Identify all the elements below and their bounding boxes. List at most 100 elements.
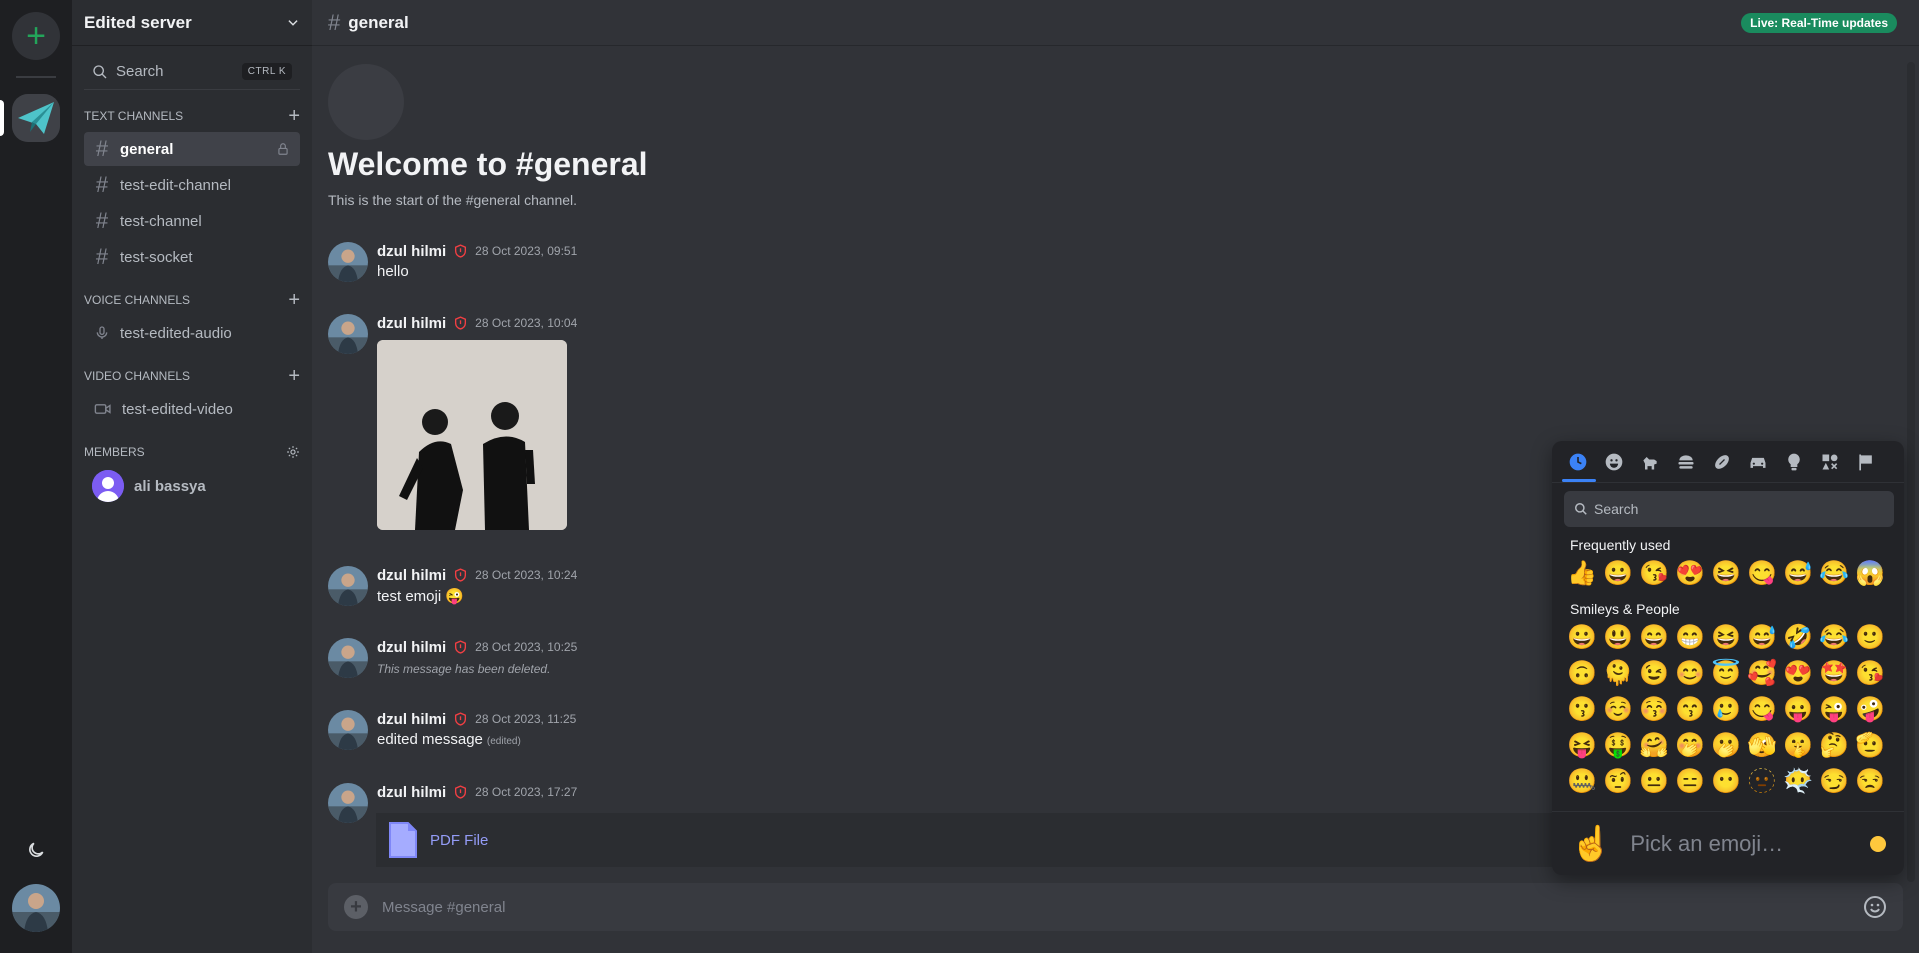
emoji[interactable]: 😂 — [1816, 555, 1852, 591]
server-icon[interactable] — [12, 94, 60, 142]
message-item[interactable]: dzul hilmi 28 Oct 2023, 11:25 edited mes… — [328, 710, 576, 750]
add-voice-channel-button[interactable]: + — [288, 290, 300, 310]
emoji[interactable]: 😆 — [1708, 555, 1744, 591]
emoji[interactable]: 🫣 — [1744, 727, 1780, 763]
channel-item-test-channel[interactable]: # test-channel — [84, 204, 300, 238]
tab-flags[interactable] — [1848, 441, 1884, 483]
emoji[interactable]: 😀 — [1600, 555, 1636, 591]
add-server-button[interactable]: + — [12, 12, 60, 60]
pdf-link[interactable]: PDF File — [430, 832, 488, 849]
message-author[interactable]: dzul hilmi — [377, 315, 446, 332]
tab-objects[interactable] — [1776, 441, 1812, 483]
message-avatar[interactable] — [328, 783, 368, 823]
member-item[interactable]: ali bassya — [84, 466, 300, 506]
user-avatar[interactable] — [12, 884, 60, 932]
tab-activities[interactable] — [1704, 441, 1740, 483]
message-item[interactable]: dzul hilmi 28 Oct 2023, 10:24 test emoji… — [328, 566, 577, 606]
emoji[interactable]: 😁 — [1672, 619, 1708, 655]
message-item[interactable]: dzul hilmi 28 Oct 2023, 10:04 — [328, 314, 577, 530]
emoji[interactable]: 😗 — [1564, 691, 1600, 727]
emoji[interactable]: 🤩 — [1816, 655, 1852, 691]
emoji[interactable]: 😍 — [1780, 655, 1816, 691]
emoji[interactable]: 😶 — [1708, 763, 1744, 799]
emoji[interactable]: 😛 — [1780, 691, 1816, 727]
emoji[interactable]: 😚 — [1636, 691, 1672, 727]
message-author[interactable]: dzul hilmi — [377, 567, 446, 584]
emoji[interactable]: 😊 — [1672, 655, 1708, 691]
emoji[interactable]: 😂 — [1816, 619, 1852, 655]
emoji[interactable]: 🤣 — [1780, 619, 1816, 655]
skin-tone-button[interactable] — [1870, 835, 1886, 852]
emoji[interactable]: 😍 — [1672, 555, 1708, 591]
emoji[interactable]: 😆 — [1708, 619, 1744, 655]
tab-symbols[interactable] — [1812, 441, 1848, 483]
sidebar-search[interactable]: Search CTRL K — [84, 58, 300, 90]
emoji[interactable]: 😶‍🌫️ — [1780, 763, 1816, 799]
emoji[interactable]: 🤐 — [1564, 763, 1600, 799]
tab-recent[interactable] — [1560, 441, 1596, 483]
tab-animals[interactable] — [1632, 441, 1668, 483]
tab-food[interactable] — [1668, 441, 1704, 483]
channel-item-test-edit-channel[interactable]: # test-edit-channel — [84, 168, 300, 202]
message-avatar[interactable] — [328, 314, 368, 354]
emoji[interactable]: 🫢 — [1708, 727, 1744, 763]
message-avatar[interactable] — [328, 710, 368, 750]
emoji[interactable]: 🫥 — [1744, 763, 1780, 799]
message-composer[interactable]: + Message #general — [328, 883, 1903, 931]
emoji[interactable]: 😑 — [1672, 763, 1708, 799]
chat-scrollbar[interactable] — [1907, 62, 1915, 882]
tab-smileys[interactable] — [1596, 441, 1632, 483]
emoji[interactable]: 🙂 — [1852, 619, 1888, 655]
emoji[interactable]: 🤭 — [1672, 727, 1708, 763]
emoji[interactable]: 😱 — [1852, 555, 1888, 591]
emoji[interactable]: 🤗 — [1636, 727, 1672, 763]
message-author[interactable]: dzul hilmi — [377, 711, 446, 728]
emoji[interactable]: 😝 — [1564, 727, 1600, 763]
emoji-button-icon[interactable] — [1863, 895, 1887, 919]
emoji[interactable]: 🫡 — [1852, 727, 1888, 763]
message-item[interactable]: dzul hilmi 28 Oct 2023, 10:25 This messa… — [328, 638, 577, 678]
emoji[interactable]: 🥲 — [1708, 691, 1744, 727]
message-author[interactable]: dzul hilmi — [377, 784, 446, 801]
message-avatar[interactable] — [328, 566, 368, 606]
emoji[interactable]: 😇 — [1708, 655, 1744, 691]
emoji-search-input[interactable]: Search — [1564, 491, 1894, 527]
tab-travel[interactable] — [1740, 441, 1776, 483]
emoji[interactable]: 😉 — [1636, 655, 1672, 691]
emoji[interactable]: 😘 — [1852, 655, 1888, 691]
emoji[interactable]: 🫠 — [1600, 655, 1636, 691]
emoji[interactable]: 😃 — [1600, 619, 1636, 655]
gear-icon[interactable] — [286, 445, 300, 459]
emoji[interactable]: 😋 — [1744, 691, 1780, 727]
message-avatar[interactable] — [328, 638, 368, 678]
add-video-channel-button[interactable]: + — [288, 366, 300, 386]
emoji[interactable]: 😀 — [1564, 619, 1600, 655]
emoji[interactable]: 👍 — [1564, 555, 1600, 591]
emoji[interactable]: 😅 — [1780, 555, 1816, 591]
pdf-attachment[interactable]: PDF File — [376, 813, 1616, 867]
channel-item-test-edited-audio[interactable]: test-edited-audio — [84, 316, 300, 350]
message-avatar[interactable] — [328, 242, 368, 282]
image-attachment[interactable] — [377, 340, 567, 530]
message-author[interactable]: dzul hilmi — [377, 639, 446, 656]
channel-item-general[interactable]: # general — [84, 132, 300, 166]
emoji[interactable]: 😜 — [1816, 691, 1852, 727]
channel-item-test-edited-video[interactable]: test-edited-video — [84, 392, 300, 426]
emoji[interactable]: 😏 — [1816, 763, 1852, 799]
emoji[interactable]: 🤑 — [1600, 727, 1636, 763]
server-header[interactable]: Edited server — [72, 0, 312, 46]
emoji[interactable]: 😅 — [1744, 619, 1780, 655]
emoji[interactable]: 😙 — [1672, 691, 1708, 727]
emoji[interactable]: 😄 — [1636, 619, 1672, 655]
message-item[interactable]: dzul hilmi 28 Oct 2023, 09:51 hello — [328, 242, 577, 282]
emoji[interactable]: 😒 — [1852, 763, 1888, 799]
emoji[interactable]: 😘 — [1636, 555, 1672, 591]
emoji[interactable]: 🤨 — [1600, 763, 1636, 799]
channel-item-test-socket[interactable]: # test-socket — [84, 240, 300, 274]
emoji[interactable]: 🥰 — [1744, 655, 1780, 691]
add-text-channel-button[interactable]: + — [288, 106, 300, 126]
emoji[interactable]: 🤪 — [1852, 691, 1888, 727]
add-attachment-button[interactable]: + — [344, 895, 368, 919]
emoji[interactable]: 🙃 — [1564, 655, 1600, 691]
message-author[interactable]: dzul hilmi — [377, 243, 446, 260]
